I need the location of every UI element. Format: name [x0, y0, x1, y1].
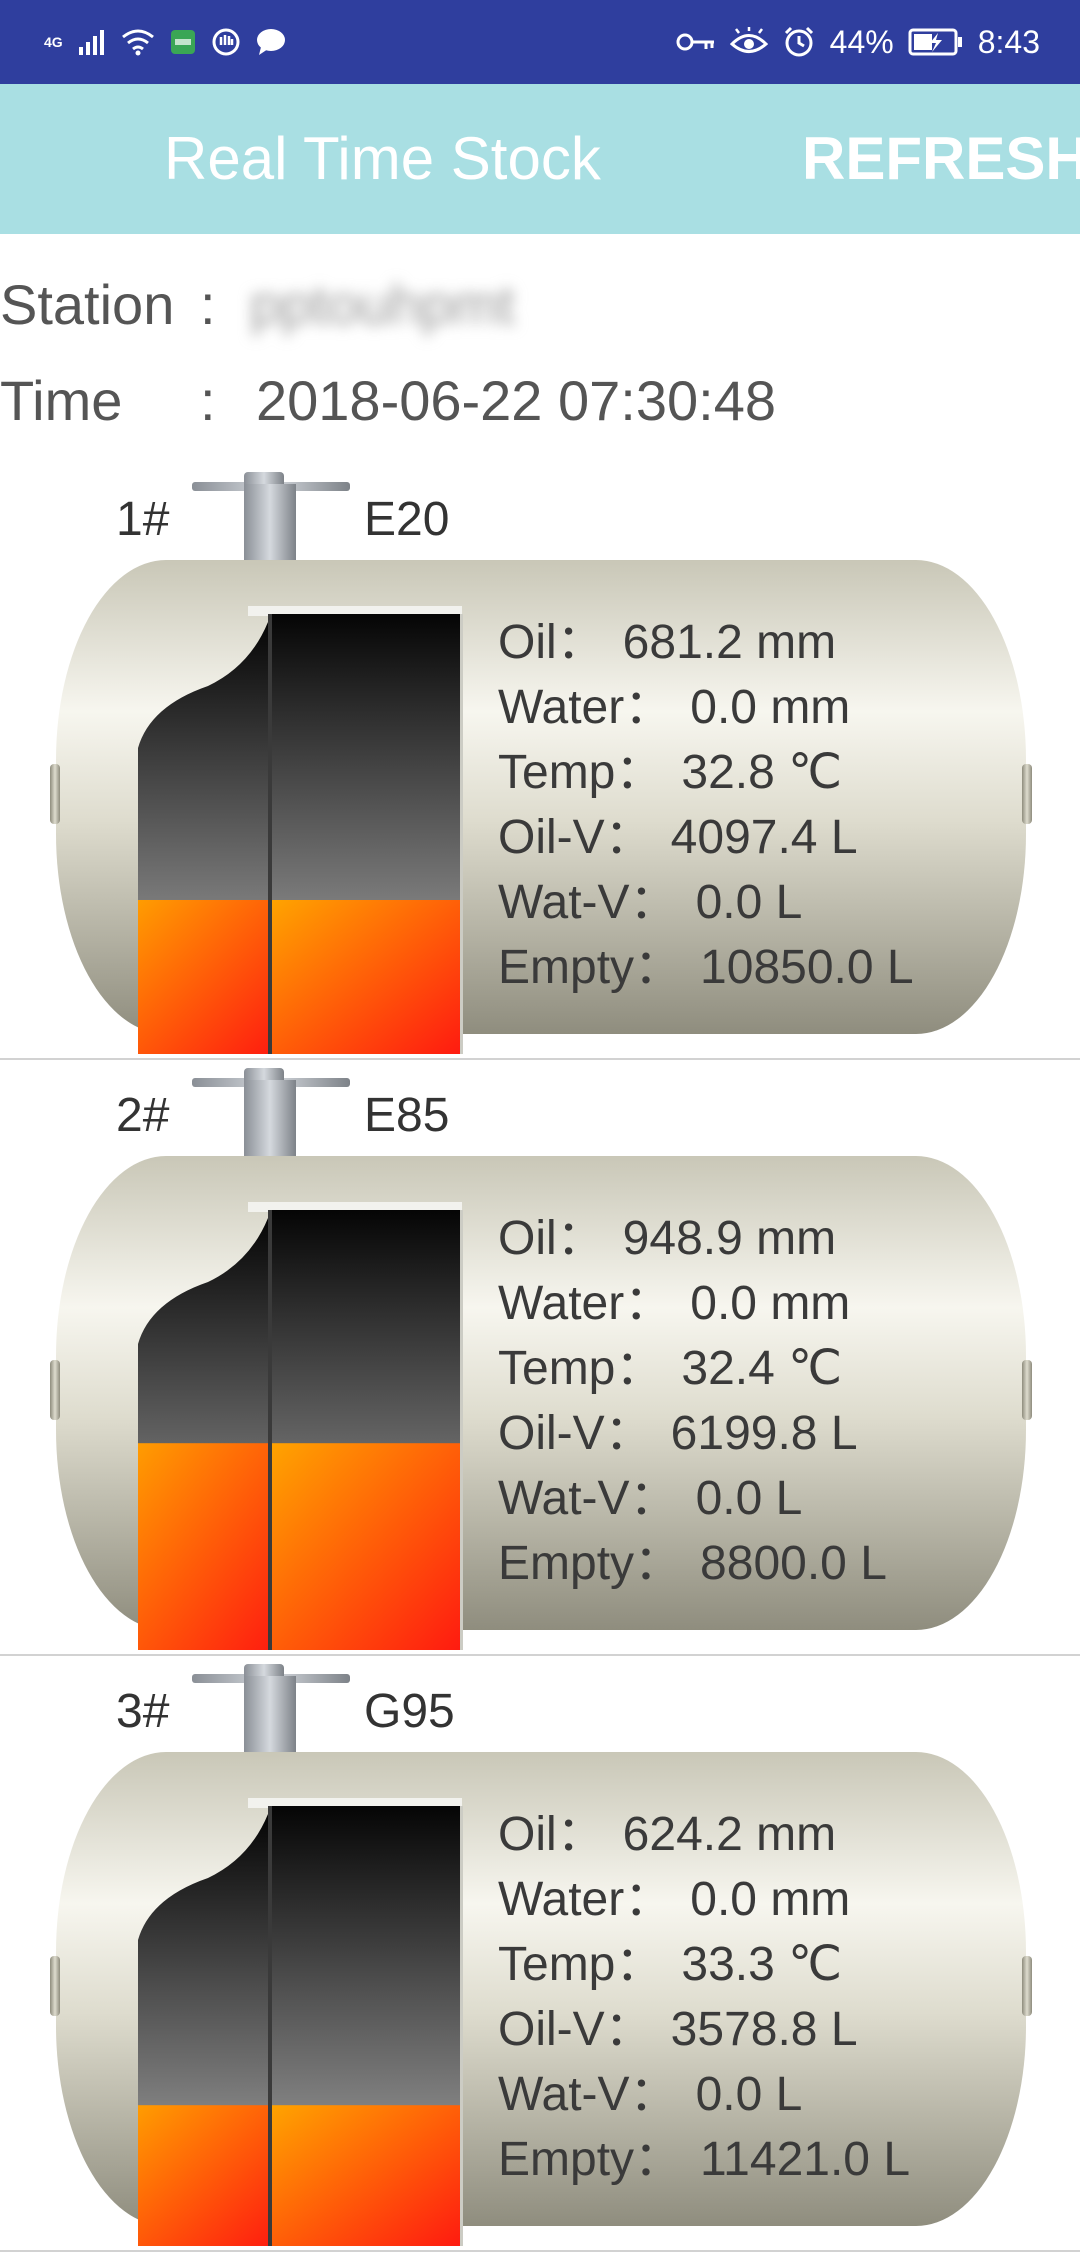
- wifi-icon: [121, 27, 155, 57]
- reading-row: Wat-V： 0.0 L: [498, 2062, 910, 2127]
- reading-value: 3578.8 L: [670, 2003, 858, 2056]
- tank-number: 1#: [116, 493, 170, 546]
- reading-label: Oil-V：: [498, 1407, 653, 1460]
- reading-label: Temp：: [498, 1938, 664, 1991]
- reading-value: 948.9 mm: [622, 1212, 837, 1265]
- station-label: Station: [0, 273, 175, 336]
- reading-value: 4097.4 L: [670, 811, 858, 864]
- tank-section-2: 2# E85 Oil： 948.9 mm Water： 0.0 mm Temp： 32.4…: [0, 1060, 1080, 1656]
- reading-row: Temp： 32.8 ℃: [498, 740, 914, 805]
- reading-value: 624.2 mm: [622, 1808, 837, 1861]
- reading-label: Temp：: [498, 746, 664, 799]
- refresh-button[interactable]: REFRESH: [802, 124, 1080, 193]
- reading-row: Oil： 681.2 mm: [498, 610, 914, 675]
- reading-label: Oil-V：: [498, 2003, 653, 2056]
- reading-row: Empty： 8800.0 L: [498, 1531, 887, 1596]
- reading-row: Empty： 11421.0 L: [498, 2127, 910, 2192]
- time-value: 2018-06-22 07:30:48: [256, 369, 776, 432]
- status-left-icons: 4G: [44, 18, 287, 66]
- battery-icon: [908, 27, 964, 57]
- reading-value: 0.0 mm: [690, 1873, 851, 1926]
- reading-label: Oil-V：: [498, 811, 653, 864]
- time-colon: :: [200, 369, 216, 432]
- reading-row: Temp： 33.3 ℃: [498, 1932, 910, 1997]
- reading-value: 0.0 L: [695, 1472, 803, 1525]
- reading-label: Empty：: [498, 2133, 683, 2186]
- status-time: 8:43: [977, 23, 1040, 60]
- reading-value: 0.0 mm: [690, 681, 851, 734]
- reading-label: Wat-V：: [498, 2068, 678, 2121]
- tank-readings: Oil： 624.2 mm Water： 0.0 mm Temp： 33.3 ℃ Oil-V…: [498, 1802, 910, 2192]
- tank-number: 2#: [116, 1089, 170, 1142]
- reading-value: 0.0 mm: [690, 1277, 851, 1330]
- reading-row: Empty： 10850.0 L: [498, 935, 914, 1000]
- reading-value: 681.2 mm: [622, 616, 837, 669]
- reading-label: Empty：: [498, 941, 683, 994]
- reading-label: Water：: [498, 1873, 673, 1926]
- tank-section-1: 1# E20 Oil： 681.2 mm Water： 0.0 mm Temp： 32.8…: [0, 464, 1080, 1060]
- tank-product: E20: [364, 493, 450, 546]
- reading-label: Empty：: [498, 1537, 683, 1590]
- reading-label: Water：: [498, 681, 673, 734]
- tank-readings: Oil： 948.9 mm Water： 0.0 mm Temp： 32.4 ℃ Oil-V…: [498, 1206, 887, 1596]
- network-type: 4G: [44, 34, 63, 50]
- reading-row: Water： 0.0 mm: [498, 675, 914, 740]
- reading-row: Oil-V： 6199.8 L: [498, 1401, 887, 1466]
- chat-icon: [255, 27, 287, 57]
- reading-row: Oil-V： 3578.8 L: [498, 1997, 910, 2062]
- reading-value: 11421.0 L: [700, 2133, 911, 2186]
- battery-percent: 44%: [829, 23, 894, 60]
- hand-icon: [211, 27, 241, 57]
- reading-row: Water： 0.0 mm: [498, 1271, 887, 1336]
- reading-label: Wat-V：: [498, 876, 678, 929]
- reading-value: 0.0 L: [695, 876, 803, 929]
- app-badge-icon: [169, 28, 197, 56]
- reading-label: Oil：: [498, 1212, 605, 1265]
- reading-row: Water： 0.0 mm: [498, 1867, 910, 1932]
- tank-product: E85: [364, 1089, 450, 1142]
- reading-label: Oil：: [498, 616, 605, 669]
- key-icon: [676, 29, 716, 55]
- reading-label: Temp：: [498, 1342, 664, 1395]
- time-label: Time: [0, 369, 123, 432]
- reading-row: Oil-V： 4097.4 L: [498, 805, 914, 870]
- tank-readings: Oil： 681.2 mm Water： 0.0 mm Temp： 32.8 ℃ Oil-V…: [498, 610, 914, 1000]
- reading-label: Wat-V：: [498, 1472, 678, 1525]
- eye-icon: [729, 27, 768, 57]
- reading-value: 33.3 ℃: [681, 1938, 843, 1991]
- page-title: Real Time Stock: [164, 125, 601, 192]
- reading-row: Wat-V： 0.0 L: [498, 870, 914, 935]
- reading-row: Oil： 624.2 mm: [498, 1802, 910, 1867]
- reading-value: 32.4 ℃: [681, 1342, 843, 1395]
- station-value: pptouhpmt: [250, 273, 515, 336]
- alarm-icon: [782, 25, 816, 59]
- status-right-icons: 44% 8:43: [676, 18, 1040, 66]
- station-colon: :: [200, 273, 216, 336]
- reading-value: 8800.0 L: [700, 1537, 887, 1590]
- reading-value: 32.8 ℃: [681, 746, 843, 799]
- tank-product: G95: [364, 1685, 455, 1738]
- status-bar: 4G 44% 8:43: [0, 0, 1080, 84]
- reading-value: 10850.0 L: [700, 941, 914, 994]
- tank-section-3: 3# G95 Oil： 624.2 mm Water： 0.0 mm Temp： 33.3…: [0, 1656, 1080, 2252]
- reading-row: Temp： 32.4 ℃: [498, 1336, 887, 1401]
- reading-label: Oil：: [498, 1808, 605, 1861]
- reading-label: Water：: [498, 1277, 673, 1330]
- reading-value: 0.0 L: [695, 2068, 803, 2121]
- reading-value: 6199.8 L: [670, 1407, 858, 1460]
- tank-number: 3#: [116, 1685, 170, 1738]
- app-bar: Real Time Stock REFRESH: [0, 84, 1080, 234]
- reading-row: Wat-V： 0.0 L: [498, 1466, 887, 1531]
- reading-row: Oil： 948.9 mm: [498, 1206, 887, 1271]
- signal-icon: [77, 27, 107, 57]
